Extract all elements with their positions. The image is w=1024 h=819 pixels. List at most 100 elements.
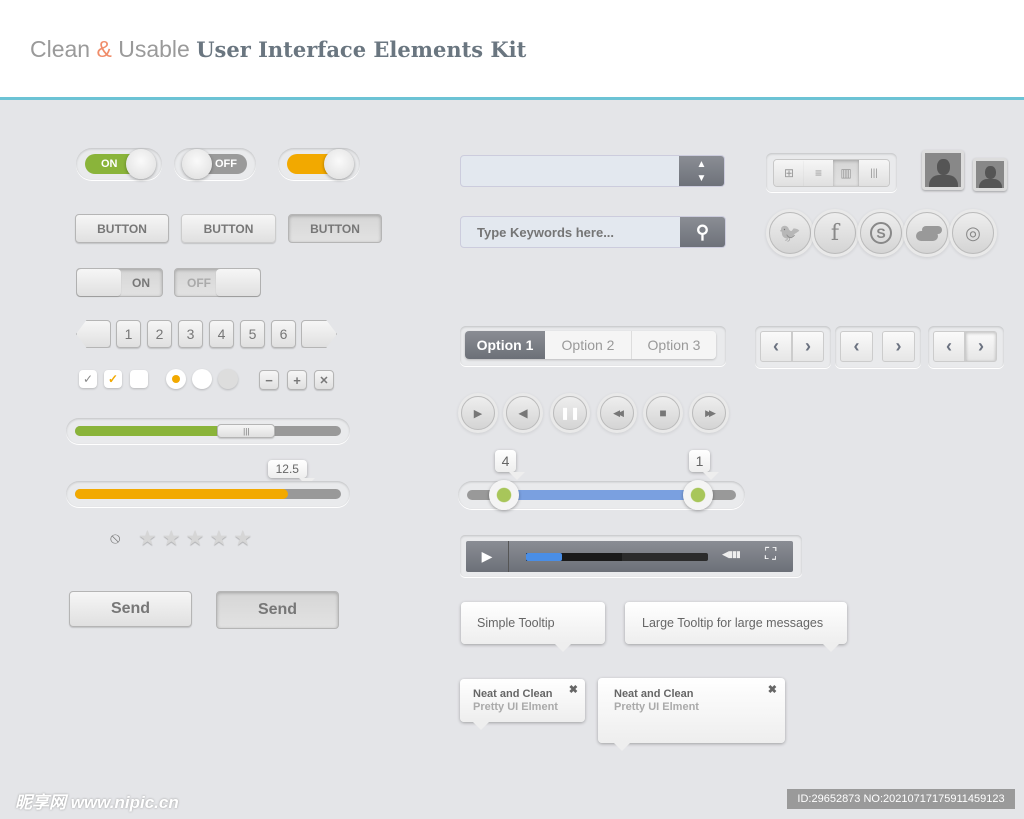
toggle-knob [126,149,156,179]
toggle-orange[interactable] [278,148,360,180]
fullscreen-icon[interactable]: ⛶ [765,546,776,564]
star-icon[interactable]: ★ [209,526,228,551]
pagination-prev[interactable] [76,320,111,348]
page-4[interactable]: 4 [209,320,234,348]
search-input[interactable] [461,217,681,247]
dribbble-icon: ◎ [965,222,981,243]
prev-arrow-button[interactable]: ‹ [933,331,965,362]
slider-orange[interactable] [66,481,350,507]
play-icon: ▶ [481,548,493,564]
radio-disabled[interactable] [218,369,238,389]
simple-tooltip: Simple Tooltip [461,602,605,652]
next-arrow-button[interactable]: › [882,331,915,362]
video-play-button[interactable]: ▶ [466,541,509,572]
twitter-button[interactable]: 🐦 [769,212,811,254]
button-normal[interactable]: BUTTON [75,214,169,243]
checkbox-checked-orange[interactable]: ✓ [104,370,122,388]
watermark-id: ID:29652873 NO:20210717175911459123 [787,789,1015,809]
next-arrow-button[interactable]: › [965,331,997,362]
range-high-label: 1 [689,450,720,480]
large-tooltip: Large Tooltip for large messages [625,602,847,652]
cloud-button[interactable] [906,212,948,254]
dribbble-button[interactable]: ◎ [952,212,994,254]
view-switcher: ⊞ ≡ ▥ ||| [766,153,897,192]
minus-button[interactable]: − [259,370,279,390]
pagination: 1 2 3 4 5 6 [116,320,296,348]
slider-handle[interactable]: ||| [217,424,276,438]
option-3[interactable]: Option 3 [632,331,716,359]
page-3[interactable]: 3 [178,320,203,348]
page-6[interactable]: 6 [271,320,296,348]
range-low-label: 4 [495,450,526,480]
range-slider[interactable] [458,480,745,510]
toggle-off[interactable]: OFF [174,148,256,180]
star-icon[interactable]: ★ [233,526,252,551]
page-2[interactable]: 2 [147,320,172,348]
next-arrow-button[interactable]: › [792,331,824,362]
list-icon[interactable]: ≡ [804,160,833,186]
search-icon: ⚲ [695,222,710,242]
close-button[interactable]: ✕ [314,370,334,390]
star-icon[interactable]: ★ [162,526,181,551]
switch-on[interactable]: ON [76,268,163,297]
radio-selected[interactable] [166,369,186,389]
notification-large: Neat and Clean Pretty UI Elment ✖ [598,678,785,751]
volume-button[interactable]: ◀ [506,396,540,430]
rewind-icon: ◀◀ [613,407,624,418]
stop-icon: ■ [659,406,667,420]
page-1[interactable]: 1 [116,320,141,348]
select-field[interactable]: ▲ ▼ [460,155,725,187]
prev-arrow-button[interactable]: ‹ [840,331,873,362]
arrow-group-3: ‹ › [928,326,1004,368]
range-low-handle[interactable] [489,480,519,510]
skype-icon: S [870,222,892,244]
barcode-icon[interactable]: ||| [859,160,889,186]
skype-button[interactable]: S [860,212,902,254]
button-pressed[interactable]: BUTTON [288,214,382,243]
pause-button[interactable]: ❚❚ [553,396,587,430]
play-button[interactable]: ▶ [461,396,495,430]
checkbox-checked[interactable]: ✓ [79,370,97,388]
toggle-on[interactable]: ON [76,148,162,180]
video-progress[interactable] [526,553,708,561]
grid-icon[interactable]: ⊞ [774,160,804,186]
option-2[interactable]: Option 2 [545,331,632,359]
prev-arrow-button[interactable]: ‹ [760,331,792,362]
updown-icon[interactable]: ▲ ▼ [679,156,724,186]
switch-off[interactable]: OFF [174,268,261,297]
star-icon[interactable]: ★ [186,526,205,551]
video-player: ▶ ◀▮▮▮ ⛶ [460,535,802,577]
star-icon[interactable]: ★ [138,526,157,551]
stop-button[interactable]: ■ [646,396,680,430]
radio[interactable] [192,369,212,389]
send-button-pressed[interactable]: Send [216,591,339,629]
avatar-small[interactable] [973,158,1007,191]
pagination-next[interactable] [301,320,337,348]
button-hover[interactable]: BUTTON [181,214,276,243]
toggle-knob [324,149,354,179]
avatar[interactable] [922,150,964,190]
checkbox-unchecked[interactable] [130,370,148,388]
rating-clear-icon[interactable]: ⦸ [110,530,120,548]
fast-forward-icon: ▶▶ [705,407,716,418]
close-icon[interactable]: ✖ [768,684,777,697]
send-button[interactable]: Send [69,591,192,627]
arrow-group-1: ‹ › [755,326,831,368]
plus-button[interactable]: + [287,370,307,390]
slider-green[interactable]: ||| [66,418,350,444]
close-icon[interactable]: ✖ [569,684,578,697]
play-icon: ▶ [473,407,483,420]
page-5[interactable]: 5 [240,320,265,348]
facebook-button[interactable]: f [814,212,856,254]
columns-icon[interactable]: ▥ [833,160,859,186]
fast-forward-button[interactable]: ▶▶ [692,396,726,430]
star-rating[interactable]: ★ ★ ★ ★ ★ [138,526,252,551]
notification-small: Neat and Clean Pretty UI Elment ✖ [460,679,585,730]
volume-icon[interactable]: ◀▮▮▮ [722,549,741,560]
rewind-button[interactable]: ◀◀ [600,396,634,430]
search-button[interactable]: ⚲ [680,217,725,247]
option-1[interactable]: Option 1 [465,331,545,359]
toggle-knob [182,149,212,179]
range-high-handle[interactable] [683,480,713,510]
segmented-control: Option 1 Option 2 Option 3 [460,326,726,366]
